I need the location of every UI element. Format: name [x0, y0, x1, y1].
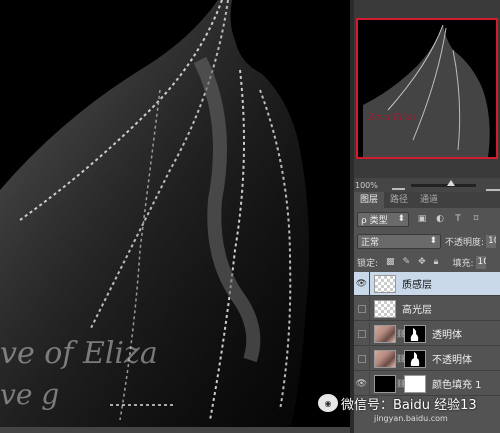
visibility-toggle[interactable] — [354, 296, 370, 321]
image-filter-icon[interactable]: ▣ — [417, 214, 427, 224]
zoom-in-icon[interactable] — [485, 179, 500, 191]
layer-row-highlight[interactable]: 高光层 — [354, 296, 500, 321]
zoom-out-icon[interactable] — [392, 180, 405, 190]
layer-thumbnail[interactable] — [374, 274, 396, 293]
opacity-label: 不透明度: — [445, 237, 485, 248]
layer-row-opaque-body[interactable]: ⛓ 不透明体 — [354, 346, 500, 371]
zoom-slider[interactable] — [410, 179, 476, 187]
tab-channels[interactable]: 通道 — [414, 192, 444, 208]
type-filter-icon[interactable]: T — [453, 214, 463, 224]
shape-filter-icon[interactable]: ⌑ — [471, 214, 481, 224]
blend-mode-select[interactable]: 正常 ⬍ — [357, 233, 441, 249]
layer-row-transparent-body[interactable]: ⛓ 透明体 — [354, 321, 500, 346]
lock-row: 锁定: ▩ ✎ ✥ 🔒︎ 填充: 10 — [354, 254, 500, 270]
adjustment-filter-icon[interactable]: ◐ — [435, 214, 445, 224]
layer-filter-row: ρ 类型 ⬍ ▣ ◐ T ⌑ — [354, 208, 500, 230]
zoom-value[interactable]: 100% — [355, 181, 378, 190]
lock-all-icon[interactable]: 🔒︎ — [434, 257, 439, 267]
lock-image-pixels-icon[interactable]: ✎ — [403, 257, 411, 267]
filter-kind-select[interactable]: ρ 类型 ⬍ — [357, 211, 409, 227]
tab-paths[interactable]: 路径 — [384, 192, 414, 208]
document-canvas[interactable]: ve of Eliza ve g — [0, 0, 350, 433]
select-arrows-icon: ⬍ — [397, 214, 405, 224]
status-strip — [0, 427, 350, 433]
layer-thumbnail[interactable] — [374, 349, 396, 368]
eye-icon[interactable]: 👁︎ — [354, 271, 370, 296]
layer-name: 透明体 — [432, 330, 462, 341]
navigator-zoom-bar: 100% — [354, 178, 500, 192]
navigator-panel: Zeva Eliza — [354, 0, 500, 178]
wechat-icon: ◉ — [318, 394, 338, 412]
tab-layers[interactable]: 图层 — [354, 192, 385, 208]
canvas-watermark-line2: ve g — [0, 378, 60, 411]
opacity-input[interactable]: 10 — [486, 234, 497, 248]
layer-mask-thumbnail[interactable] — [404, 349, 426, 368]
fill-label: 填充: — [452, 258, 474, 269]
lock-position-icon[interactable]: ✥ — [418, 257, 426, 267]
layers-panel-tabs: 图层 路径 通道 — [354, 192, 500, 208]
visibility-toggle[interactable] — [354, 346, 370, 371]
link-icon[interactable]: ⛓ — [396, 379, 406, 388]
lock-transparent-pixels-icon[interactable]: ▩ — [386, 257, 395, 267]
right-panel-dock: Zeva Eliza 100% 图层 路径 通道 ρ 类型 ⬍ ▣ ◐ T ⌑ … — [354, 0, 500, 433]
layer-row-texture[interactable]: 👁︎ 质感层 — [354, 271, 500, 296]
blend-mode-label: 正常 — [361, 237, 380, 248]
lock-label: 锁定: — [357, 258, 379, 269]
layer-name: 高光层 — [402, 305, 432, 316]
visibility-toggle[interactable] — [354, 321, 370, 346]
wechat-id-text: 微信号：Baidu 经验13 — [341, 397, 477, 413]
layer-mask-thumbnail[interactable] — [404, 374, 426, 393]
filter-kind-label: ρ 类型 — [361, 215, 388, 226]
layer-name: 颜色填充 1 — [432, 380, 482, 391]
navigator-preview-artwork: Zeva Eliza — [363, 24, 490, 157]
link-icon[interactable]: ⛓ — [396, 354, 406, 363]
layer-mask-thumbnail[interactable] — [404, 324, 426, 343]
layer-thumbnail[interactable] — [374, 324, 396, 343]
jingyan-url: jingyan.baidu.com — [374, 414, 448, 423]
layer-thumbnail[interactable] — [374, 299, 396, 318]
navigator-preview[interactable]: Zeva Eliza — [356, 18, 498, 159]
blend-row: 正常 ⬍ 不透明度: 10 — [354, 232, 500, 250]
layer-name: 不透明体 — [432, 355, 472, 366]
select-arrows-icon: ⬍ — [429, 236, 437, 246]
link-icon[interactable]: ⛓ — [396, 329, 406, 338]
canvas-watermark-line1: ve of Eliza — [0, 336, 158, 371]
fill-input[interactable]: 10 — [475, 255, 486, 269]
zoom-slider-thumb[interactable] — [447, 179, 456, 186]
layer-thumbnail[interactable] — [374, 374, 396, 393]
layer-name: 质感层 — [402, 280, 432, 291]
svg-text:Zeva Eliza: Zeva Eliza — [367, 113, 415, 123]
wechat-watermark: ◉ 微信号：Baidu 经验13 — [318, 392, 477, 414]
